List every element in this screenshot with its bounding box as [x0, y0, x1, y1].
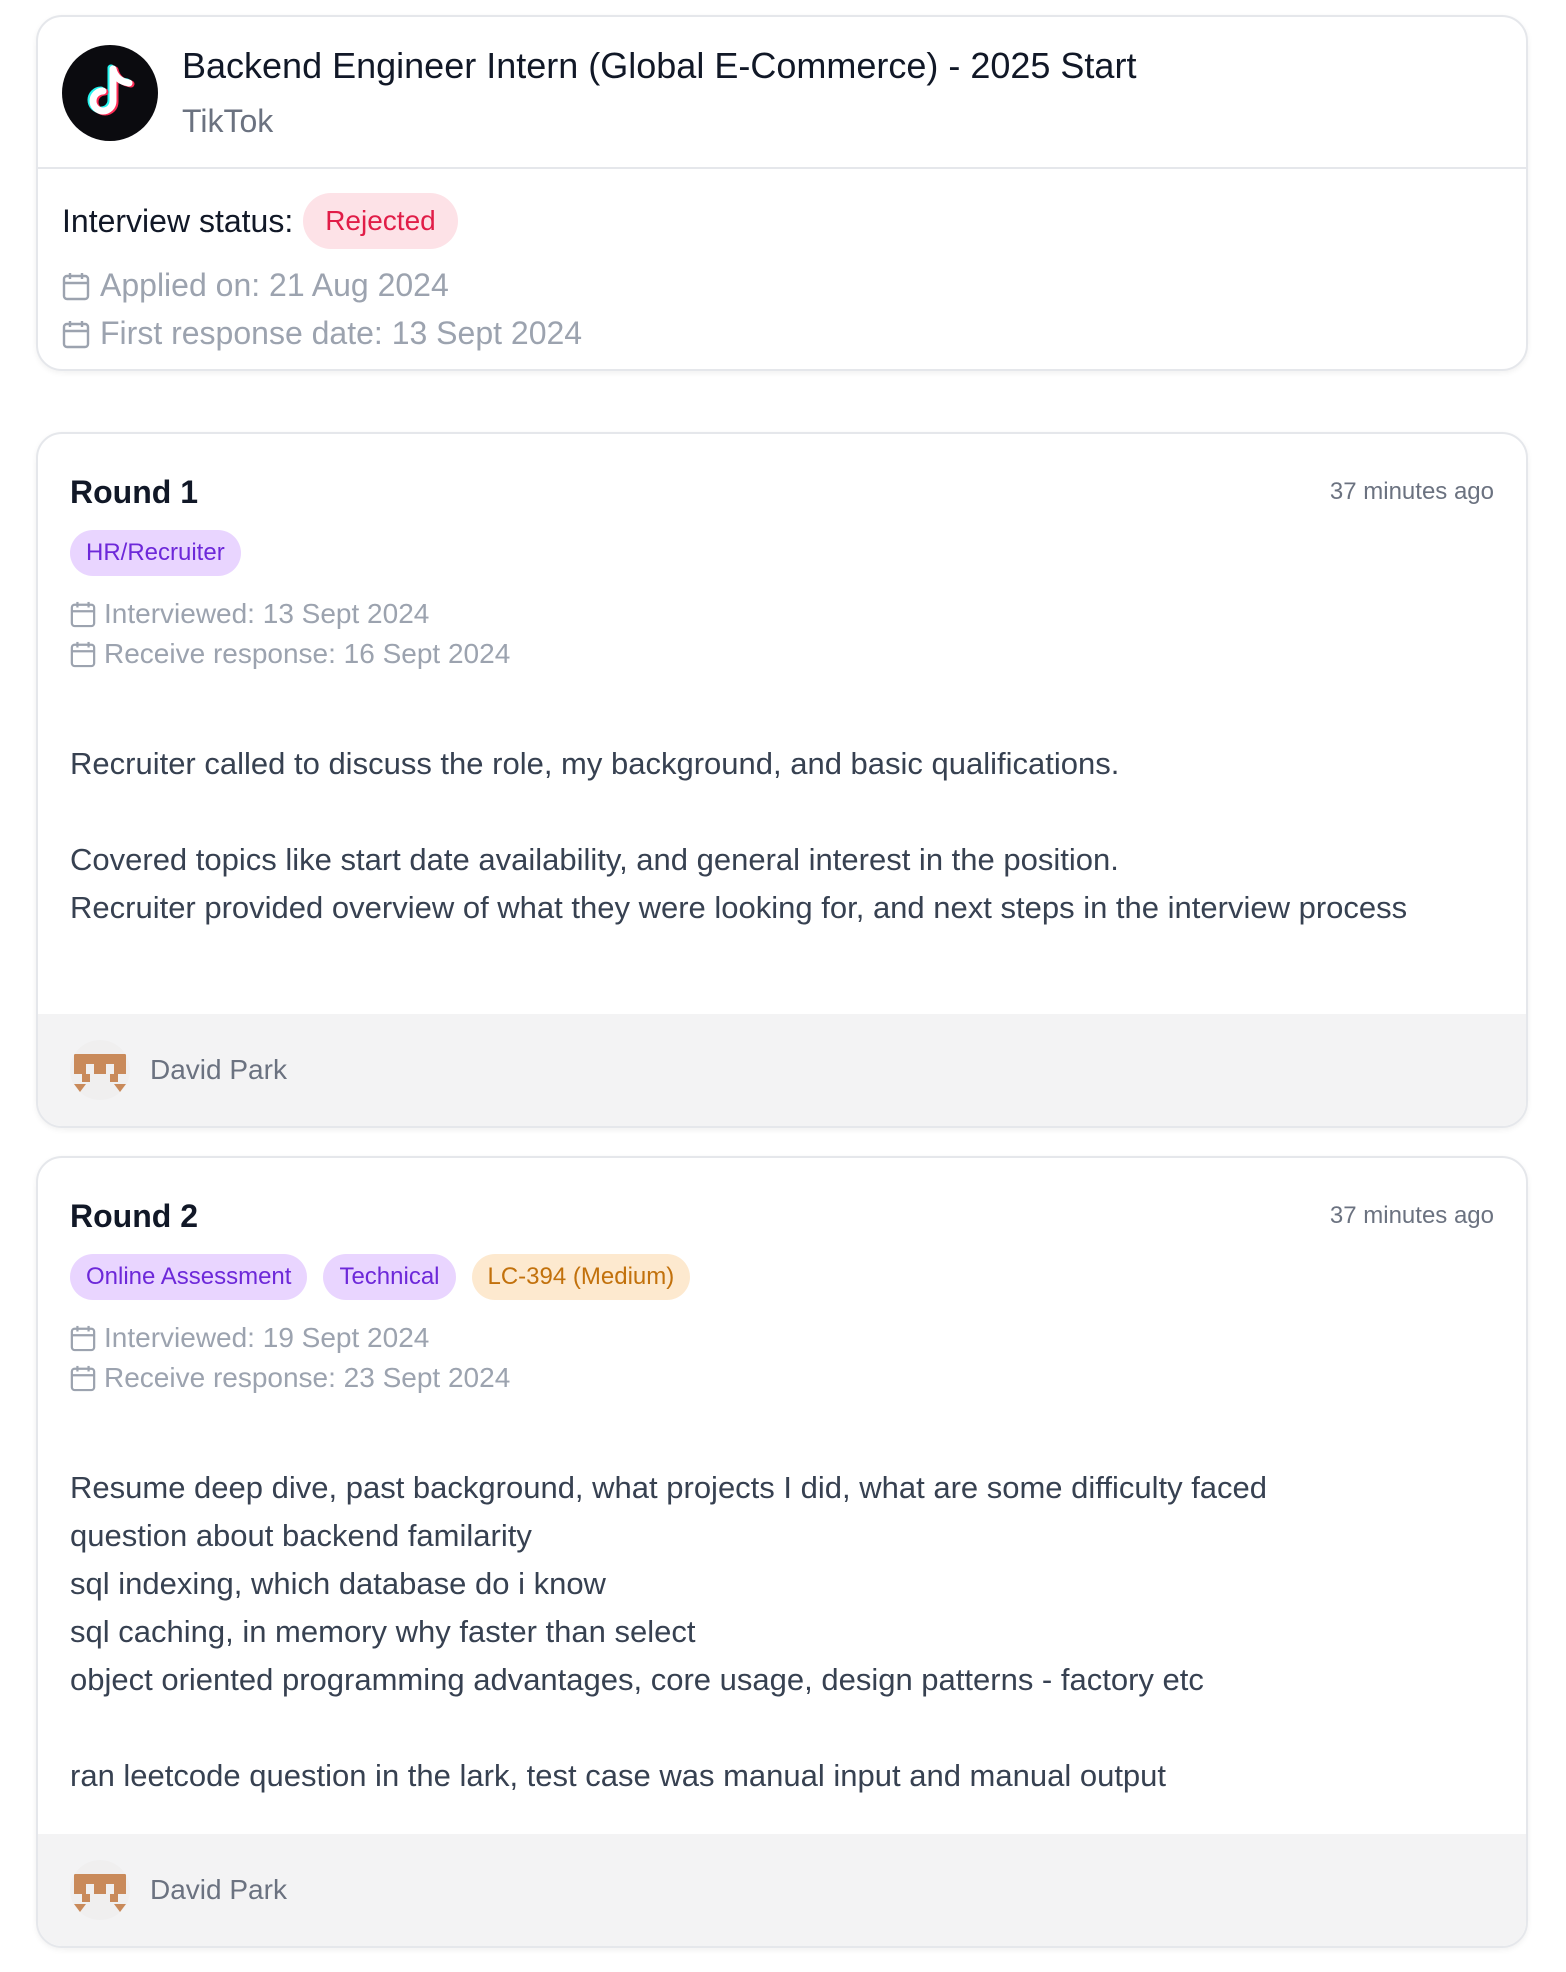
calendar-icon [70, 1365, 96, 1392]
round-tag: Online Assessment [70, 1254, 308, 1300]
note-line [70, 1704, 1446, 1752]
job-title: Backend Engineer Intern (Global E-Commer… [182, 45, 1137, 86]
round-notes: Recruiter called to discuss the role, my… [70, 740, 1446, 932]
calendar-icon [70, 601, 96, 628]
status-badge: Rejected [303, 193, 458, 249]
interviewed-date-line: Interviewed: 19 Sept 2024 [70, 1322, 429, 1354]
note-line: Recruiter called to discuss the role, my… [70, 746, 1120, 781]
round-footer: David Park [38, 1834, 1526, 1946]
applied-on-line: Applied on: 21 Aug 2024 [62, 267, 449, 304]
round-tag: Technical [323, 1254, 456, 1300]
round-card: Round 2 37 minutes ago Online Assessment… [36, 1156, 1528, 1948]
round-timestamp: 37 minutes ago [1329, 478, 1494, 505]
interviewed-date: Interviewed: 19 Sept 2024 [104, 1322, 430, 1353]
note-line: Recruiter provided overview of what they… [70, 890, 1408, 925]
interviewed-date-line: Interviewed: 13 Sept 2024 [70, 598, 429, 630]
round-tags: Online Assessment Technical LC-394 (Medi… [70, 1254, 691, 1300]
response-date-line: Receive response: 16 Sept 2024 [70, 638, 510, 670]
calendar-icon [70, 641, 96, 668]
status-label: Interview status: [62, 202, 294, 239]
note-line: ran leetcode question in the lark, test … [70, 1758, 1167, 1793]
calendar-icon [62, 320, 90, 348]
job-header: Backend Engineer Intern (Global E-Commer… [38, 17, 1526, 169]
applied-on-date: Applied on: 21 Aug 2024 [100, 267, 449, 303]
note-line [70, 788, 1446, 836]
first-response-line: First response date: 13 Sept 2024 [62, 315, 582, 352]
response-date: Receive response: 23 Sept 2024 [104, 1362, 511, 1393]
note-line: Resume deep dive, past background, what … [70, 1470, 1268, 1505]
first-response-date: First response date: 13 Sept 2024 [100, 315, 583, 351]
avatar[interactable] [70, 1040, 130, 1100]
note-line: sql indexing, which database do i know [70, 1566, 606, 1601]
interviewed-date: Interviewed: 13 Sept 2024 [104, 598, 430, 629]
author-name[interactable]: David Park [150, 1054, 287, 1086]
round-tags: HR/Recruiter [70, 530, 241, 576]
leetcode-tag: LC-394 (Medium) [471, 1254, 691, 1300]
calendar-icon [62, 272, 90, 300]
round-title: Round 2 [70, 1198, 198, 1234]
round-notes: Resume deep dive, past background, what … [70, 1464, 1446, 1800]
round-timestamp: 37 minutes ago [1329, 1202, 1494, 1229]
job-card: Backend Engineer Intern (Global E-Commer… [36, 15, 1528, 371]
response-date: Receive response: 16 Sept 2024 [104, 638, 511, 669]
note-line: object oriented programming advantages, … [70, 1662, 1204, 1697]
avatar[interactable] [70, 1860, 130, 1920]
calendar-icon [70, 1325, 96, 1352]
tiktok-logo-icon [62, 45, 158, 141]
round-title: Round 1 [70, 474, 198, 510]
note-line: sql caching, in memory why faster than s… [70, 1614, 696, 1649]
round-card: Round 1 37 minutes ago HR/Recruiter Inte… [36, 432, 1528, 1128]
interview-status-row: Interview status: Rejected [62, 193, 458, 249]
round-tag: HR/Recruiter [70, 530, 241, 576]
response-date-line: Receive response: 23 Sept 2024 [70, 1362, 510, 1394]
author-name[interactable]: David Park [150, 1874, 287, 1906]
company-name: TikTok [182, 103, 274, 139]
note-line: question about backend familarity [70, 1518, 532, 1553]
round-footer: David Park [38, 1014, 1526, 1126]
note-line: Covered topics like start date availabil… [70, 842, 1119, 877]
